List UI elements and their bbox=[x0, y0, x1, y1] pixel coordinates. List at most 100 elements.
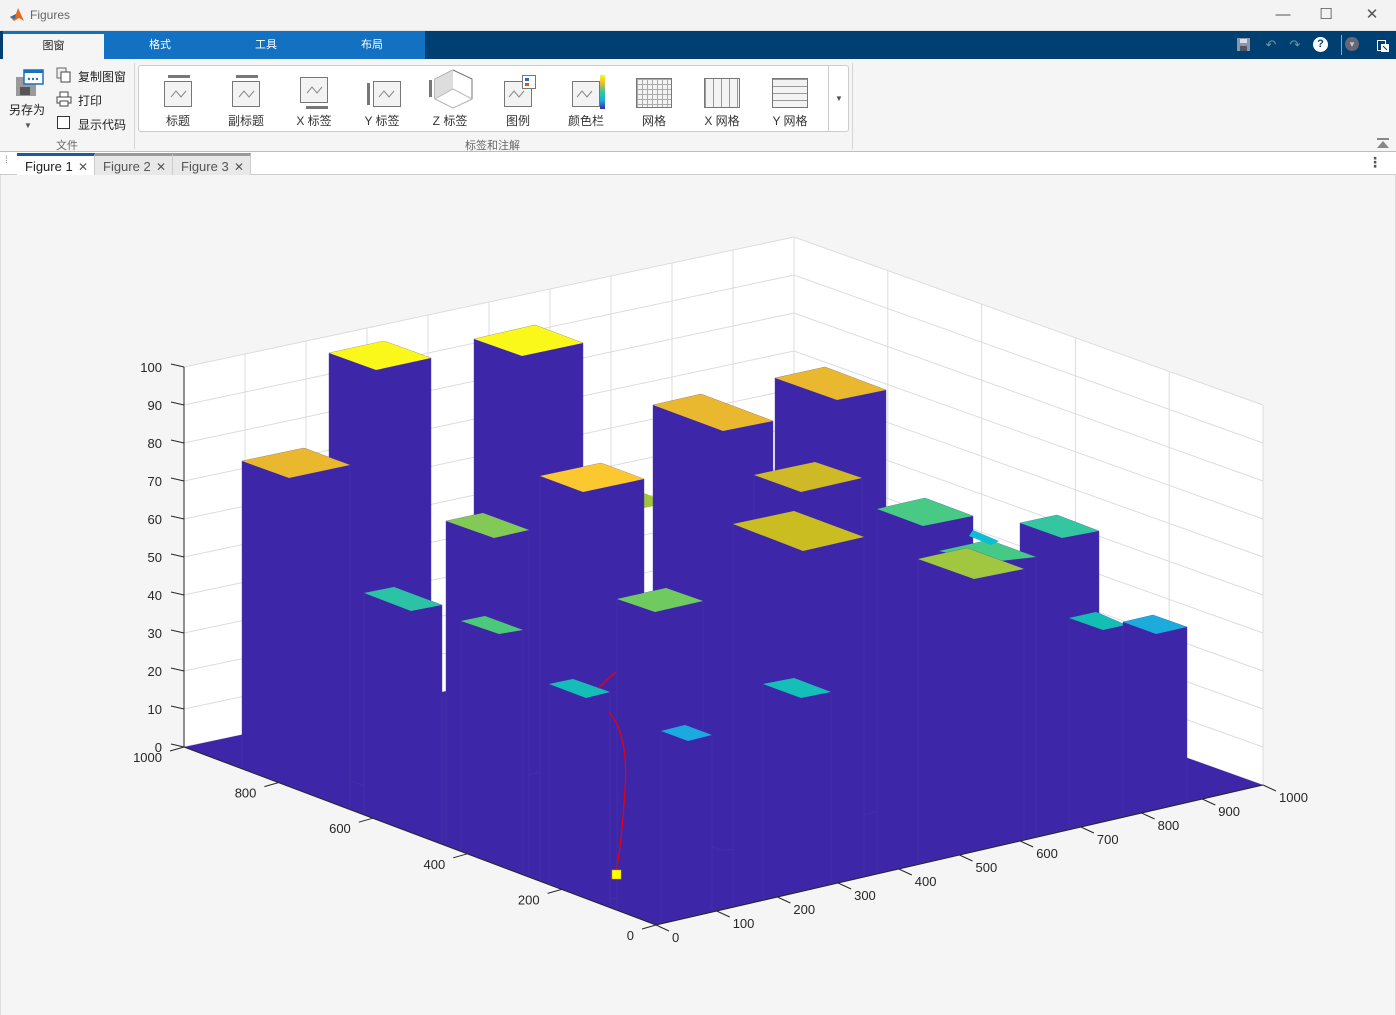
x-tick bbox=[1202, 798, 1216, 806]
xlabel-button[interactable]: X 标签 bbox=[280, 66, 348, 132]
save-as-icon bbox=[16, 69, 44, 96]
more-options-icon[interactable]: ⋮ bbox=[1368, 154, 1382, 171]
y-grid-button[interactable]: Y 网格 bbox=[756, 66, 824, 132]
copy-figure-button[interactable]: 复制图窗 bbox=[55, 66, 131, 84]
save-as-button[interactable]: 另存为 ▼ bbox=[3, 65, 51, 135]
y-grid-label: Y 网格 bbox=[772, 114, 808, 128]
ribbon-tab-strip: 图窗 格式 工具 布局 ↶ ↷ ? ▾ bbox=[0, 31, 1396, 59]
3d-axes[interactable]: 0 10 20 30 40 50 60 70 80 90 1000 200 400 600 800 1000 0… bbox=[1, 175, 1396, 1015]
z-tick bbox=[170, 743, 185, 748]
ylabel-icon bbox=[364, 75, 401, 107]
legend-button[interactable]: 图例 bbox=[484, 66, 552, 132]
bar bbox=[917, 547, 1025, 865]
redo-icon[interactable]: ↷ bbox=[1286, 36, 1304, 54]
maximize-button[interactable]: ☐ bbox=[1311, 4, 1341, 26]
figure-tab-label: Figure 1 bbox=[25, 159, 73, 174]
figure-canvas[interactable]: 0 10 20 30 40 50 60 70 80 90 100 0 200 400 600 800 1000 0… bbox=[0, 175, 1396, 1015]
x-tick bbox=[959, 854, 973, 862]
y-tick bbox=[264, 782, 279, 788]
figure-tab-label: Figure 3 bbox=[181, 159, 229, 174]
separator bbox=[1341, 35, 1342, 55]
title-button[interactable]: 标题 bbox=[144, 66, 212, 132]
bar bbox=[762, 677, 832, 901]
x-tick-label: 800 bbox=[1158, 818, 1180, 833]
bar-side bbox=[460, 615, 524, 876]
tab-figure[interactable]: 图窗 bbox=[3, 34, 104, 59]
title-label: 标题 bbox=[165, 114, 190, 128]
subtitle-button[interactable]: 副标题 bbox=[212, 66, 280, 132]
ribbon: 另存为 ▼ 复制图窗 打印 显示代码 文件 标题 副标题 X 标签 Y 标签 Z… bbox=[0, 59, 1396, 152]
figure-tab-3[interactable]: Figure 3 ✕ bbox=[173, 153, 251, 175]
figure-tab-bar: ⁞ Figure 1 ✕ Figure 2 ✕ Figure 3 ✕ ⋮ bbox=[0, 152, 1396, 175]
close-button[interactable]: ✕ bbox=[1357, 4, 1387, 26]
chevron-down-icon: ▼ bbox=[835, 94, 843, 103]
tab-tools[interactable]: 工具 bbox=[213, 31, 319, 59]
x-tick-label: 300 bbox=[854, 888, 876, 903]
y-tick-label: 200 bbox=[518, 892, 540, 907]
x-grid-button[interactable]: X 网格 bbox=[688, 66, 756, 132]
bar bbox=[460, 615, 524, 876]
x-tick-label: 500 bbox=[976, 860, 998, 875]
checkbox-box[interactable] bbox=[57, 116, 70, 129]
show-code-checkbox[interactable]: 显示代码 bbox=[55, 114, 131, 132]
bar bbox=[1068, 611, 1127, 830]
x-tick-label: 100 bbox=[733, 916, 755, 931]
x-tick-label: 1000 bbox=[1279, 790, 1308, 805]
gallery-expand-button[interactable]: ▼ bbox=[828, 66, 849, 132]
minimize-button[interactable]: — bbox=[1268, 4, 1298, 26]
x-tick bbox=[716, 910, 730, 918]
colorbar-button[interactable]: 颜色栏 bbox=[552, 66, 620, 132]
z-tick bbox=[170, 401, 185, 406]
drag-handle-icon[interactable]: ⁞ bbox=[5, 155, 8, 166]
print-icon bbox=[56, 91, 72, 107]
undo-icon[interactable]: ↶ bbox=[1262, 36, 1280, 54]
x-tick-label: 0 bbox=[672, 930, 679, 945]
labels-group-label: 标签和注解 bbox=[465, 140, 520, 152]
collapse-ribbon-icon[interactable] bbox=[1377, 138, 1389, 148]
print-button[interactable]: 打印 bbox=[55, 90, 131, 108]
bar-side bbox=[1122, 614, 1188, 818]
show-code-label: 显示代码 bbox=[78, 118, 127, 132]
x-tick-label: 600 bbox=[1036, 846, 1058, 861]
bar bbox=[660, 724, 713, 925]
bar-side bbox=[363, 586, 443, 845]
x-tick bbox=[1262, 784, 1277, 792]
legend-label: 图例 bbox=[505, 114, 530, 128]
help-button[interactable]: ? bbox=[1313, 37, 1328, 52]
window-title: Figures bbox=[30, 8, 71, 22]
x-tick bbox=[1141, 812, 1155, 820]
zlabel-icon bbox=[429, 69, 474, 109]
zlabel-label: Z 标签 bbox=[432, 114, 468, 128]
zlabel-button[interactable]: Z 标签 bbox=[416, 66, 484, 132]
grid-button[interactable]: 网格 bbox=[620, 66, 688, 132]
z-tick-label: 30 bbox=[148, 626, 162, 641]
save-icon[interactable] bbox=[1236, 37, 1251, 52]
y-tick-label: 400 bbox=[423, 857, 445, 872]
tab-layout[interactable]: 布局 bbox=[319, 31, 425, 59]
group-separator bbox=[134, 63, 135, 149]
y-tick bbox=[641, 924, 657, 930]
y-grid-icon bbox=[772, 75, 808, 108]
z-tick bbox=[170, 667, 185, 672]
z-tick bbox=[170, 363, 185, 368]
grid-label: 网格 bbox=[641, 114, 666, 128]
bar-side bbox=[241, 447, 351, 810]
z-tick bbox=[170, 515, 185, 520]
figure-tab-2[interactable]: Figure 2 ✕ bbox=[95, 153, 173, 175]
z-tick-label: 80 bbox=[148, 436, 162, 451]
tab-format[interactable]: 格式 bbox=[107, 31, 213, 59]
undock-icon[interactable] bbox=[1377, 40, 1390, 53]
subtitle-icon bbox=[228, 75, 264, 107]
z-tick-label: 20 bbox=[148, 664, 162, 679]
z-tick bbox=[170, 629, 185, 634]
print-label: 打印 bbox=[78, 94, 103, 108]
z-tick-label: 10 bbox=[148, 702, 162, 717]
quick-access-menu-button[interactable]: ▾ bbox=[1345, 37, 1359, 51]
bar bbox=[1122, 614, 1188, 818]
colorbar-icon bbox=[568, 75, 605, 109]
figure-tab-1[interactable]: Figure 1 ✕ bbox=[17, 153, 95, 175]
z-tick bbox=[170, 553, 185, 558]
ylabel-button[interactable]: Y 标签 bbox=[348, 66, 416, 132]
y-tick bbox=[453, 853, 468, 859]
group-separator bbox=[852, 63, 853, 149]
